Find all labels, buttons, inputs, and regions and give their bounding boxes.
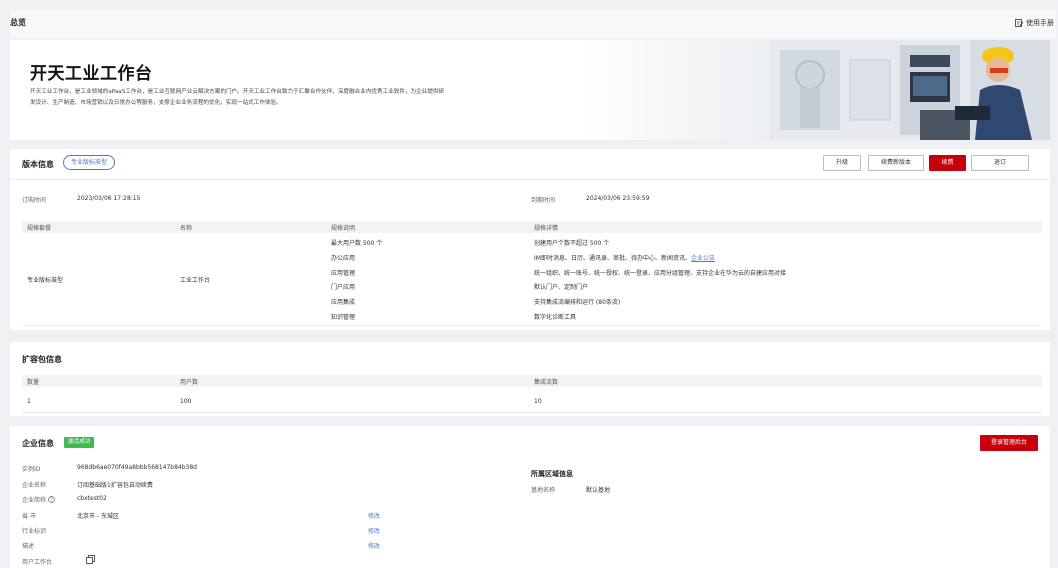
field-label-description: 描述 — [22, 543, 35, 550]
spec-detail-4: 默认门户、定制门户 — [534, 284, 589, 291]
spec-detail-1: 创建用户个数不超过 500 个 — [534, 240, 610, 247]
ext-users-cell: 100 — [180, 398, 192, 405]
banner-desc-line-1: 开天工业工作台，是工业领域的aPaaS工作台，是工业互联网产业云解决方案的门户。… — [30, 89, 445, 95]
spec-name-cell: 工业工作台 — [180, 277, 211, 284]
th-package: 规格套餐 — [27, 225, 52, 232]
ext-quantity-cell: 1 — [27, 398, 31, 405]
ext-table-bottom-border — [22, 412, 1042, 413]
spec-row-5: 应用集成 — [331, 299, 356, 306]
order-time-value: 2023/03/06 17:28:15 — [77, 195, 141, 202]
table-bottom-border — [22, 325, 1042, 326]
spec-row-4: 门户应用 — [331, 284, 356, 291]
edit-note-icon — [1015, 19, 1023, 27]
spec-row-6: 知识管理 — [331, 314, 356, 321]
extension-package-card: 扩容包信息 数量 用户数 集成流数 1 100 10 — [10, 342, 1050, 416]
spec-detail-5: 支持集成流编排和运行 (80条流) — [534, 299, 621, 306]
spec-detail-2-text: IM即时消息、日历、通讯录、审批、待办中心、新闻资讯、 — [534, 255, 691, 262]
region-base-value: 默认基地 — [586, 487, 611, 494]
spec-detail-2: IM即时消息、日历、通讯录、审批、待办中心、新闻资讯、企业公告 — [534, 253, 715, 262]
short-name-label-text: 企业简称 — [22, 497, 47, 504]
expire-time-label: 到期时间 — [531, 197, 556, 204]
top-bar: 总览 使用手册 — [10, 9, 1056, 39]
th-quantity: 数量 — [27, 379, 40, 386]
banner-description: 开天工业工作台，是工业领域的aPaaS工作台，是工业互联网产业云解决方案的门户。… — [30, 87, 550, 109]
spec-row-2: 办公应用 — [331, 255, 356, 262]
page-title: 总览 — [10, 18, 26, 27]
banner-desc-line-2: 发设计、生产制造、市场营销以及日常办公等服务，支撑企业业务流程的优化，实现一站式… — [30, 100, 282, 106]
field-label-user-workbench: 用户工作台 — [22, 559, 53, 566]
login-admin-button[interactable]: 登录管理后台 — [980, 435, 1038, 451]
spec-row-1: 最大用户数 500 个 — [331, 240, 383, 247]
field-label-industry: 行业标识 — [22, 528, 47, 535]
banner-title: 开天工业工作台 — [30, 64, 153, 84]
field-value-short-name: cbxtest02 — [77, 495, 107, 502]
field-value-province-city: 北京市 - 东城区 — [77, 513, 119, 520]
enterprise-notice-link[interactable]: 企业公告 — [691, 255, 715, 262]
spec-table-header: 规格套餐 名称 规格说明 规格详情 — [22, 221, 1042, 233]
th-users: 用户数 — [180, 379, 199, 386]
th-name: 名称 — [180, 225, 193, 232]
user-manual-label: 使用手册 — [1026, 19, 1054, 27]
expire-time-value: 2024/03/06 23:59:59 — [586, 195, 650, 202]
extension-package-title: 扩容包信息 — [22, 355, 62, 364]
region-info-title: 所属区域信息 — [531, 470, 573, 478]
banner: 开天工业工作台 开天工业工作台，是工业领域的aPaaS工作台，是工业互联网产业云… — [10, 40, 1050, 140]
version-info-title: 版本信息 — [22, 160, 54, 169]
copy-icon[interactable] — [86, 555, 95, 564]
th-spec: 规格说明 — [331, 225, 356, 232]
svg-text:?: ? — [50, 497, 53, 503]
th-detail: 规格详情 — [534, 225, 559, 232]
enterprise-info-title: 企业信息 — [22, 439, 54, 448]
spec-detail-3: 统一组织、统一账号、统一授权、统一登录、应用分组管理、支持企业在华为云的自建应用… — [534, 270, 787, 277]
version-tag: 专业版标准型 — [63, 155, 116, 170]
field-label-short-name: 企业简称 ? — [22, 495, 55, 504]
field-label-province-city: 省-市 — [22, 513, 37, 520]
edit-industry-link[interactable]: 修改 — [368, 526, 380, 535]
field-value-company-name: 订阅基础版1扩容包自动续费 — [77, 482, 153, 489]
ext-table-header: 数量 用户数 集成流数 — [22, 375, 1042, 387]
help-icon[interactable]: ? — [48, 496, 55, 503]
user-manual-link[interactable]: 使用手册 — [1015, 18, 1054, 28]
renew-new-version-button[interactable]: 续费新版本 — [868, 155, 924, 171]
upgrade-button[interactable]: 升级 — [823, 155, 861, 171]
th-flows: 集成流数 — [534, 379, 559, 386]
field-label-instance-id: 实例ID — [22, 466, 41, 473]
edit-province-city-link[interactable]: 修改 — [368, 511, 380, 520]
version-info-card: 版本信息 专业版标准型 升级 续费新版本 续费 退订 订购时间 2023/03/… — [10, 149, 1050, 330]
enterprise-info-card: 企业信息 激活成功 登录管理后台 实例ID 968db6ae070f49a8bb… — [10, 426, 1050, 568]
field-value-instance-id: 968db6ae070f49a8bbb568147b84b38d — [77, 464, 197, 471]
field-label-company-name: 企业名称 — [22, 482, 47, 489]
renew-button[interactable]: 续费 — [929, 155, 966, 171]
order-time-label: 订购时间 — [22, 197, 47, 204]
spec-detail-6: 数字化诊断工具 — [534, 314, 577, 321]
region-base-label: 基地名称 — [531, 487, 556, 494]
activation-status-badge: 激活成功 — [64, 437, 95, 448]
ext-flows-cell: 10 — [534, 398, 542, 405]
edit-description-link[interactable]: 修改 — [368, 541, 380, 550]
unsubscribe-button[interactable]: 退订 — [971, 155, 1029, 171]
spec-package-cell: 专业版标准型 — [27, 277, 64, 284]
factory-worker-illustration — [770, 40, 1050, 140]
spec-row-3: 应用管理 — [331, 270, 356, 277]
divider — [10, 179, 1050, 180]
